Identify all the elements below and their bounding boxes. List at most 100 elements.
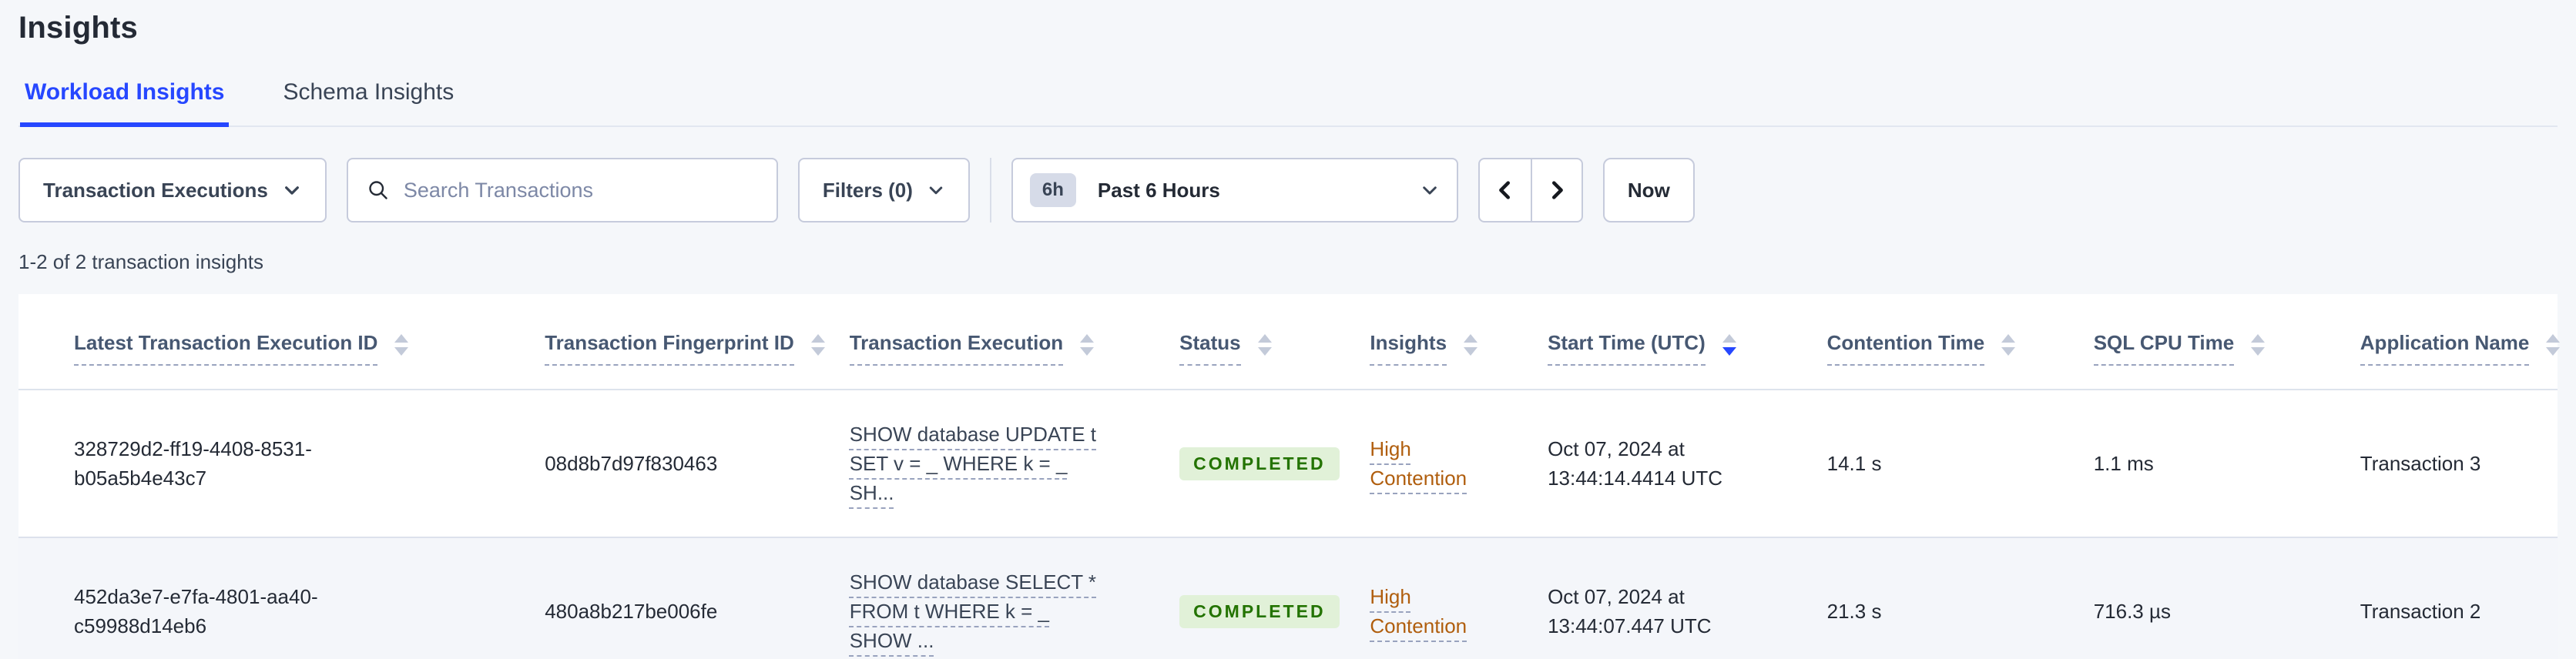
tab-workload-insights[interactable]: Workload Insights bbox=[20, 79, 230, 127]
transaction-insights-table: Latest Transaction Execution ID Transact… bbox=[18, 294, 2561, 659]
cell-sql-cpu-time: 716.3 µs bbox=[2075, 537, 2342, 659]
sort-desc-icon bbox=[1257, 346, 1272, 356]
next-time-window-button[interactable] bbox=[1530, 159, 1581, 221]
table-body: 328729d2-ff19-4408-8531-b05a5b4e43c7 08d… bbox=[18, 390, 2558, 659]
cell-transaction-execution: SHOW database UPDATE t SET v = _ WHERE k… bbox=[830, 390, 1162, 538]
sort-icons[interactable] bbox=[1722, 333, 1736, 356]
cell-start-time: Oct 07, 2024 at 13:44:14.4414 UTC bbox=[1529, 390, 1809, 538]
sort-asc-icon bbox=[1464, 333, 1478, 343]
column-header-label: Transaction Execution bbox=[849, 331, 1064, 366]
column-header[interactable]: Start Time (UTC) bbox=[1529, 294, 1809, 390]
sort-icons[interactable] bbox=[1257, 333, 1272, 356]
sort-asc-icon bbox=[394, 333, 409, 343]
toolbar-divider bbox=[989, 158, 991, 222]
search-icon bbox=[369, 181, 387, 199]
column-header[interactable]: Transaction Execution bbox=[830, 294, 1162, 390]
insight-type-dropdown-label: Transaction Executions bbox=[43, 178, 268, 202]
sort-icons[interactable] bbox=[1464, 333, 1478, 356]
cell-transaction-execution: SHOW database SELECT * FROM t WHERE k = … bbox=[830, 537, 1162, 659]
toolbar: Transaction Executions Filters (0) 6h Pa… bbox=[18, 158, 2558, 222]
column-header[interactable]: Contention Time bbox=[1808, 294, 2075, 390]
transaction-execution-link[interactable]: SHOW database SELECT * FROM t WHERE k = … bbox=[850, 567, 1104, 655]
chevron-right-icon bbox=[1551, 181, 1563, 199]
sort-icons[interactable] bbox=[1080, 333, 1095, 356]
cell-application-name: Transaction 3 bbox=[2341, 390, 2558, 538]
cell-status: COMPLETED bbox=[1161, 537, 1352, 659]
table-row[interactable]: 452da3e7-e7fa-4801-aa40-c59988d14eb6 480… bbox=[18, 537, 2558, 659]
sort-desc-icon bbox=[2251, 346, 2266, 356]
sort-asc-icon bbox=[1257, 333, 1272, 343]
sort-asc-icon bbox=[1080, 333, 1095, 343]
insight-type-dropdown[interactable]: Transaction Executions bbox=[18, 158, 327, 222]
search-box[interactable] bbox=[346, 158, 778, 222]
column-header-label: Insights bbox=[1370, 331, 1447, 366]
sort-desc-icon bbox=[810, 346, 825, 356]
column-header-label: Application Name bbox=[2360, 331, 2530, 366]
sort-icons[interactable] bbox=[810, 333, 825, 356]
table-header-row: Latest Transaction Execution ID Transact… bbox=[18, 294, 2561, 390]
cell-fingerprint-id: 480a8b217be006fe bbox=[526, 537, 831, 659]
cell-application-name: Transaction 2 bbox=[2341, 537, 2558, 659]
results-summary: 1-2 of 2 transaction insights bbox=[18, 250, 263, 273]
column-header[interactable]: Application Name bbox=[2341, 294, 2561, 390]
status-badge: COMPLETED bbox=[1179, 594, 1340, 628]
status-badge: COMPLETED bbox=[1179, 447, 1340, 480]
column-header-label: Status bbox=[1179, 331, 1241, 366]
column-header[interactable]: Latest Transaction Execution ID bbox=[18, 294, 527, 390]
column-header-label: SQL CPU Time bbox=[2093, 331, 2235, 366]
insight-link[interactable]: High Contention bbox=[1370, 434, 1485, 493]
previous-time-window-button[interactable] bbox=[1480, 159, 1531, 221]
column-header-label: Start Time (UTC) bbox=[1548, 331, 1706, 366]
cell-fingerprint-id: 08d8b7d97f830463 bbox=[526, 390, 831, 538]
chevron-down-icon bbox=[284, 186, 299, 195]
table-row[interactable]: 328729d2-ff19-4408-8531-b05a5b4e43c7 08d… bbox=[18, 390, 2558, 538]
search-input[interactable] bbox=[403, 178, 758, 202]
sort-icons[interactable] bbox=[2251, 333, 2266, 356]
time-window-pager bbox=[1478, 158, 1583, 222]
sort-icons[interactable] bbox=[2001, 333, 2016, 356]
column-header[interactable]: Insights bbox=[1351, 294, 1530, 390]
transaction-execution-link[interactable]: SHOW database UPDATE t SET v = _ WHERE k… bbox=[850, 420, 1104, 507]
filters-button[interactable]: Filters (0) bbox=[797, 158, 970, 222]
chevron-down-icon bbox=[1423, 186, 1437, 195]
sort-desc-icon bbox=[1722, 346, 1736, 356]
sort-icons[interactable] bbox=[394, 333, 409, 356]
time-range-label: Past 6 Hours bbox=[1097, 178, 1220, 202]
cell-contention-time: 14.1 s bbox=[1808, 390, 2075, 538]
sort-desc-icon bbox=[394, 346, 409, 356]
sort-desc-icon bbox=[2001, 346, 2016, 356]
cell-insights: High Contention bbox=[1351, 390, 1530, 538]
tab-bar: Workload Insights Schema Insights bbox=[18, 79, 2558, 127]
sort-asc-icon bbox=[2001, 333, 2016, 343]
chevron-down-icon bbox=[929, 186, 943, 195]
sort-asc-icon bbox=[810, 333, 825, 343]
cell-contention-time: 21.3 s bbox=[1808, 537, 2075, 659]
column-header-label: Contention Time bbox=[1826, 331, 1985, 366]
column-header[interactable]: Transaction Fingerprint ID bbox=[526, 294, 831, 390]
cell-latest-execution-id: 328729d2-ff19-4408-8531-b05a5b4e43c7 bbox=[18, 390, 527, 538]
filters-button-label: Filters (0) bbox=[822, 178, 913, 202]
column-header[interactable]: Status bbox=[1161, 294, 1352, 390]
insights-page: Insights Workload Insights Schema Insigh… bbox=[0, 0, 2576, 659]
sort-asc-icon bbox=[2546, 333, 2561, 343]
sort-asc-icon bbox=[1722, 333, 1736, 343]
sort-desc-icon bbox=[1080, 346, 1095, 356]
cell-sql-cpu-time: 1.1 ms bbox=[2075, 390, 2342, 538]
cell-insights: High Contention bbox=[1351, 537, 1530, 659]
column-header-label: Latest Transaction Execution ID bbox=[74, 331, 378, 366]
time-range-picker[interactable]: 6h Past 6 Hours bbox=[1011, 158, 1458, 222]
cell-latest-execution-id: 452da3e7-e7fa-4801-aa40-c59988d14eb6 bbox=[18, 537, 527, 659]
now-button[interactable]: Now bbox=[1602, 158, 1695, 222]
sort-icons[interactable] bbox=[2546, 333, 2561, 356]
page-title: Insights bbox=[18, 11, 138, 45]
sort-asc-icon bbox=[2251, 333, 2266, 343]
cell-status: COMPLETED bbox=[1161, 390, 1352, 538]
insight-link[interactable]: High Contention bbox=[1370, 582, 1485, 641]
insights-table-card: Latest Transaction Execution ID Transact… bbox=[18, 294, 2561, 659]
tab-schema-insights[interactable]: Schema Insights bbox=[278, 79, 458, 127]
sort-desc-icon bbox=[2546, 346, 2561, 356]
time-range-badge: 6h bbox=[1029, 173, 1076, 207]
cell-start-time: Oct 07, 2024 at 13:44:07.447 UTC bbox=[1529, 537, 1809, 659]
column-header[interactable]: SQL CPU Time bbox=[2075, 294, 2342, 390]
chevron-left-icon bbox=[1499, 181, 1510, 199]
